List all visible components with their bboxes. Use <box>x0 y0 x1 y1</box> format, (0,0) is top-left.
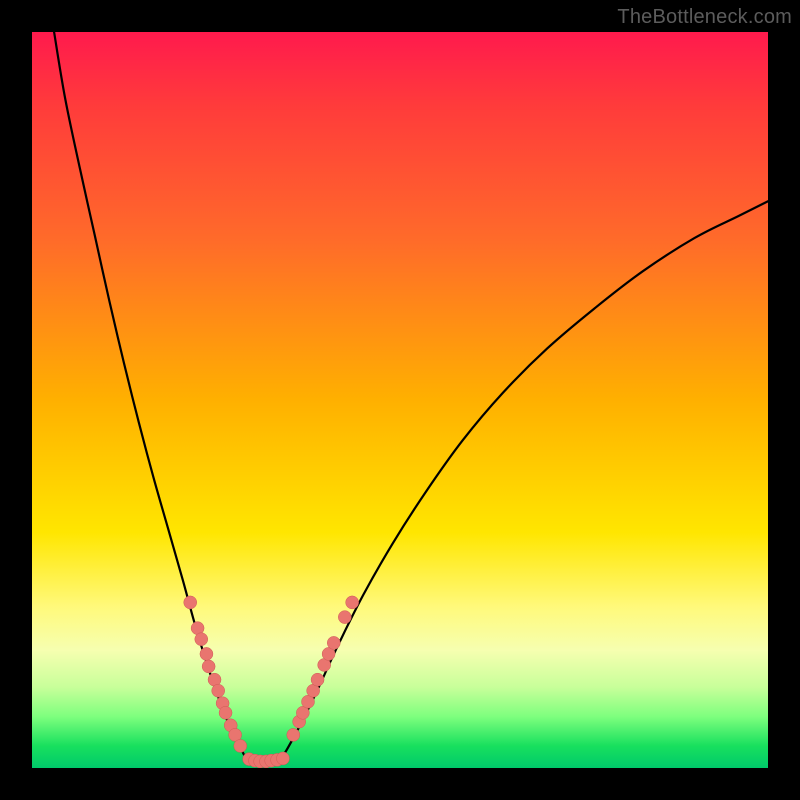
plot-area <box>32 32 768 768</box>
chart-frame: TheBottleneck.com <box>0 0 800 800</box>
data-dot <box>338 611 351 624</box>
data-dot <box>184 596 197 609</box>
bottleneck-curve <box>54 32 768 764</box>
chart-svg <box>32 32 768 768</box>
data-dot <box>202 660 215 673</box>
data-dot <box>234 739 247 752</box>
curve-layer <box>54 32 768 764</box>
data-dot <box>346 596 359 609</box>
data-dot <box>195 633 208 646</box>
data-dot <box>287 728 300 741</box>
data-dot <box>219 706 232 719</box>
data-dot <box>327 636 340 649</box>
data-dot <box>200 647 213 660</box>
watermark-text: TheBottleneck.com <box>617 6 792 29</box>
data-dot <box>276 752 289 765</box>
data-dot <box>212 684 225 697</box>
dots-layer <box>184 596 359 768</box>
data-dot <box>311 673 324 686</box>
